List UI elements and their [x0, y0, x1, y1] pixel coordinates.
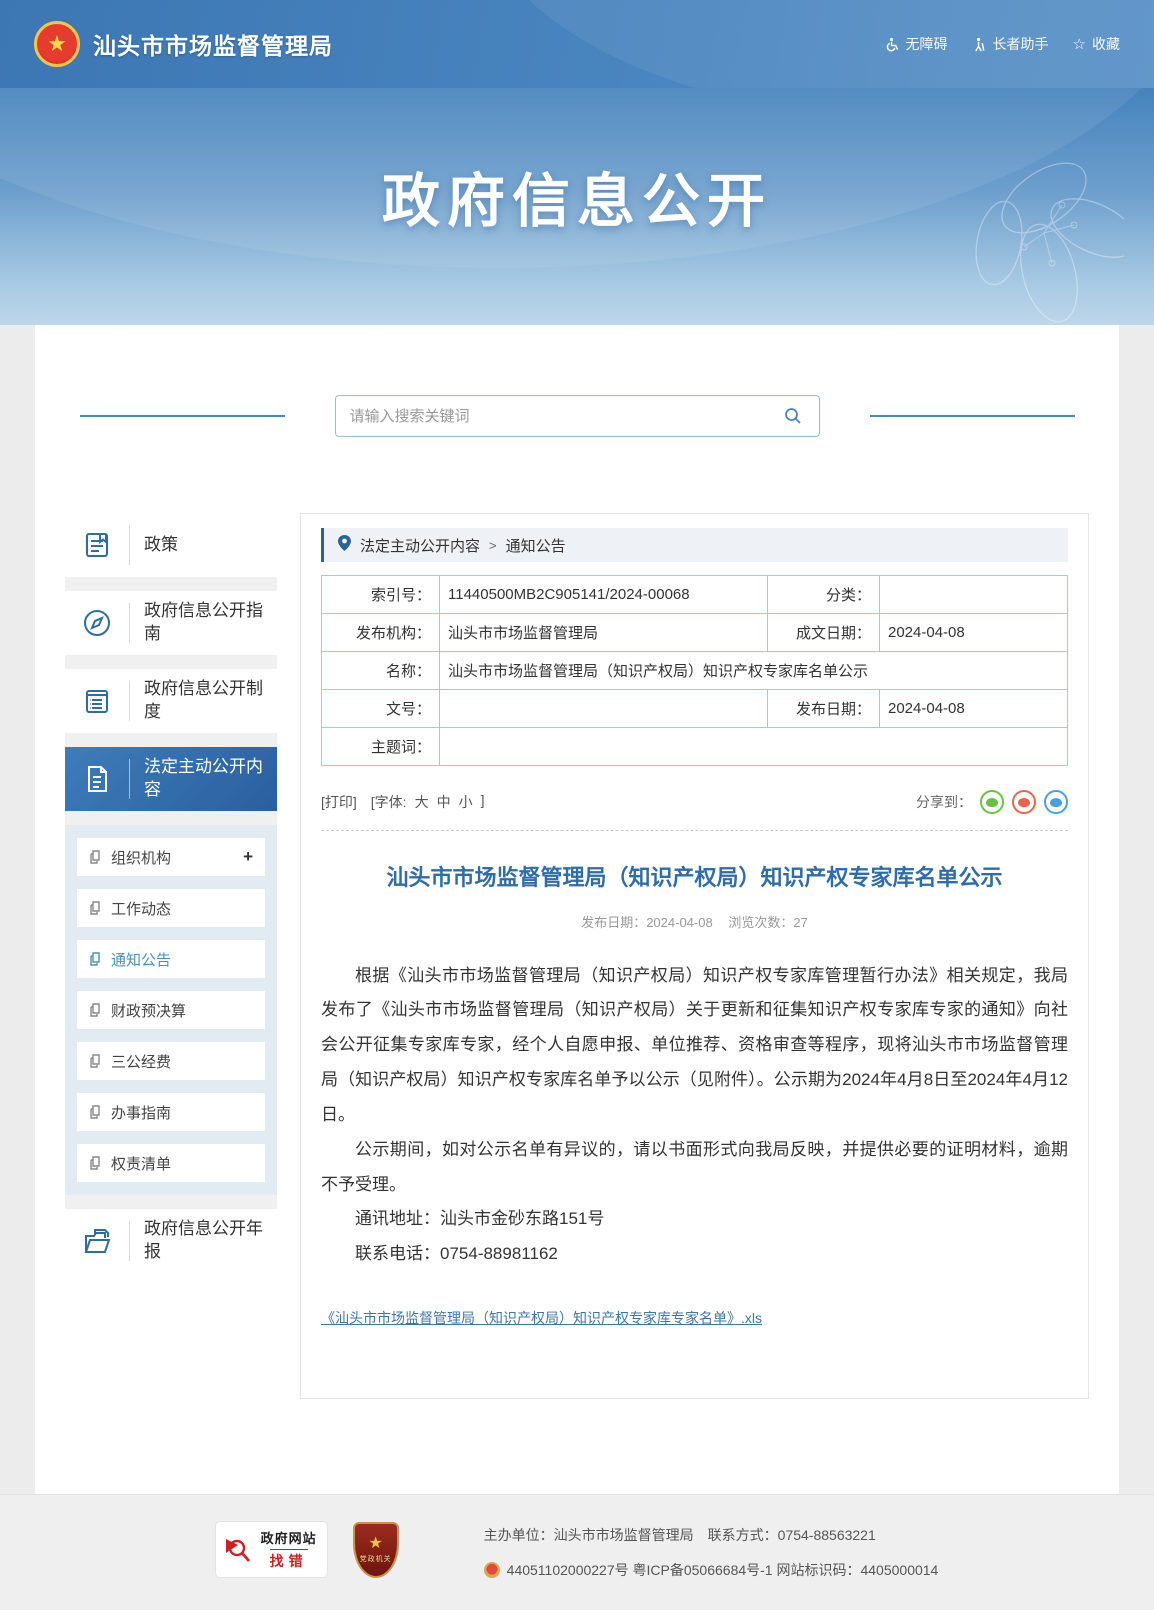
share-weibo-icon[interactable]: [1012, 790, 1036, 814]
font-size-medium-button[interactable]: 中: [437, 792, 451, 812]
party-government-badge[interactable]: ★ 党政机关: [353, 1522, 399, 1578]
accessibility-icon: [885, 37, 900, 52]
article-title: 汕头市市场监督管理局（知识产权局）知识产权专家库名单公示: [351, 859, 1038, 898]
search-row: [65, 395, 1089, 437]
page-footer: 政府网站 找错 ★ 党政机关 主办单位：汕头市市场监督管理局 联系方式：0754…: [0, 1494, 1154, 1610]
document-name: 汕头市市场监督管理局（知识产权局）知识产权专家库名单公示: [440, 652, 1068, 690]
right-decorative-line: [870, 415, 1075, 417]
header-utility-links: 无障碍 长者助手 ☆ 收藏: [885, 34, 1120, 54]
breadcrumb: 法定主动公开内容 > 通知公告: [321, 528, 1068, 562]
breadcrumb-current[interactable]: 通知公告: [506, 535, 566, 556]
site-title: 汕头市市场监督管理局: [93, 27, 333, 61]
sidebar-item-gov-info-system[interactable]: 政府信息公开制度: [65, 669, 277, 733]
share-qq-icon[interactable]: [1044, 790, 1068, 814]
search-box: [335, 395, 820, 437]
location-pin-icon: [338, 535, 351, 555]
rules-list-icon: [65, 684, 129, 718]
contact-address: 通讯地址：汕头市金砂东路151号: [321, 1202, 1068, 1237]
publisher: 汕头市市场监督管理局: [440, 614, 768, 652]
star-icon: ☆: [1073, 37, 1086, 52]
national-emblem-icon: ★: [34, 21, 80, 67]
article-paragraph: 公示期间，如对公示名单有异议的，请以书面形式向我局反映，并提供必要的证明材料，逾…: [321, 1133, 1068, 1203]
article-meta: 发布日期：2024-04-08 浏览次数：27: [321, 912, 1068, 931]
document-info-table: 索引号： 11440500MB2C905141/2024-00068 分类： 发…: [321, 575, 1068, 766]
left-decorative-line: [80, 415, 285, 417]
elder-assistant-icon: [972, 37, 987, 52]
book-icon: [65, 528, 129, 562]
content-panel: 法定主动公开内容 > 通知公告 索引号： 11440500MB2C905141/…: [300, 513, 1089, 1399]
submenu-item-three-public-expenses[interactable]: 三公经费: [77, 1042, 265, 1080]
table-row: 文号： 发布日期： 2024-04-08: [322, 690, 1068, 728]
police-badge-icon: [484, 1562, 500, 1578]
submenu-item-budget[interactable]: 财政预决算: [77, 991, 265, 1029]
document-icon: [65, 762, 129, 796]
table-row: 主题词：: [322, 728, 1068, 766]
search-icon[interactable]: [781, 404, 805, 428]
sidebar: 政策 政府信息公开指南 政府信息公开制度: [65, 513, 277, 1273]
publish-date-meta: 发布日期：2024-04-08: [581, 915, 713, 930]
submenu-item-notices[interactable]: 通知公告: [77, 940, 265, 978]
sidebar-submenu: 组织机构 + 工作动态 通知公告 财政预决算 三公经费: [65, 825, 277, 1195]
site-logo[interactable]: ★ 汕头市市场监督管理局: [34, 21, 333, 67]
share-label: 分享到：: [916, 792, 972, 812]
table-row: 名称： 汕头市市场监督管理局（知识产权局）知识产权专家库名单公示: [322, 652, 1068, 690]
submenu-item-organization[interactable]: 组织机构 +: [77, 838, 265, 876]
publish-date: 2024-04-08: [880, 690, 1068, 728]
contact-phone: 联系电话：0754-88981162: [321, 1237, 1068, 1272]
font-size-label-close: ]: [481, 792, 485, 812]
elder-assistant-link[interactable]: 长者助手: [972, 34, 1049, 54]
sidebar-item-annual-report[interactable]: 政府信息公开年报: [65, 1209, 277, 1273]
article-toolbar: [打印] [字体: 大 中 小 ] 分享到：: [321, 790, 1068, 831]
table-row: 发布机构： 汕头市市场监督管理局 成文日期： 2024-04-08: [322, 614, 1068, 652]
article-body: 根据《汕头市市场监督管理局（知识产权局）知识产权专家库管理暂行办法》相关规定，我…: [321, 959, 1068, 1273]
view-count: 浏览次数：27: [728, 915, 807, 930]
search-input[interactable]: [350, 408, 781, 425]
font-size-label: [字体:: [371, 792, 407, 812]
compass-icon: [65, 606, 129, 640]
top-header: ★ 汕头市市场监督管理局 无障碍 长者助手 ☆ 收藏: [0, 0, 1154, 88]
print-button[interactable]: [打印]: [321, 792, 357, 812]
favorite-link[interactable]: ☆ 收藏: [1073, 34, 1120, 54]
attachment-link[interactable]: 《汕头市市场监督管理局（知识产权局）知识产权专家库专家名单》.xls: [321, 1308, 762, 1328]
submenu-item-responsibility-list[interactable]: 权责清单: [77, 1144, 265, 1182]
sidebar-item-policy[interactable]: 政策: [65, 513, 277, 577]
website-error-report-badge[interactable]: 政府网站 找错: [216, 1522, 327, 1577]
footer-registration-line: 44051102000227号 粤ICP备05066684号-1 网站标识码：4…: [484, 1560, 939, 1580]
folder-icon: [65, 1224, 129, 1258]
sidebar-item-gov-info-guide[interactable]: 政府信息公开指南: [65, 591, 277, 655]
written-date: 2024-04-08: [880, 614, 1068, 652]
banner-title: 政府信息公开: [0, 88, 1154, 238]
page-banner: 政府信息公开: [0, 88, 1154, 325]
footer-organizer-line: 主办单位：汕头市市场监督管理局 联系方式：0754-88563221: [484, 1525, 939, 1545]
main-card: 政策 政府信息公开指南 政府信息公开制度: [35, 325, 1119, 1494]
share-wechat-icon[interactable]: [980, 790, 1004, 814]
index-number: 11440500MB2C905141/2024-00068: [440, 576, 768, 614]
submenu-item-service-guide[interactable]: 办事指南: [77, 1093, 265, 1131]
table-row: 索引号： 11440500MB2C905141/2024-00068 分类：: [322, 576, 1068, 614]
font-size-large-button[interactable]: 大: [415, 792, 429, 812]
font-size-small-button[interactable]: 小: [459, 792, 473, 812]
breadcrumb-separator: >: [489, 538, 497, 553]
breadcrumb-parent[interactable]: 法定主动公开内容: [360, 535, 480, 556]
submenu-item-work-news[interactable]: 工作动态: [77, 889, 265, 927]
article-paragraph: 根据《汕头市市场监督管理局（知识产权局）知识产权专家库管理暂行办法》相关规定，我…: [321, 959, 1068, 1133]
error-finder-magnifier-icon: [224, 1535, 254, 1565]
accessibility-link[interactable]: 无障碍: [885, 34, 948, 54]
sidebar-item-statutory-disclosure[interactable]: 法定主动公开内容: [65, 747, 277, 811]
expand-plus-icon[interactable]: +: [243, 847, 253, 867]
